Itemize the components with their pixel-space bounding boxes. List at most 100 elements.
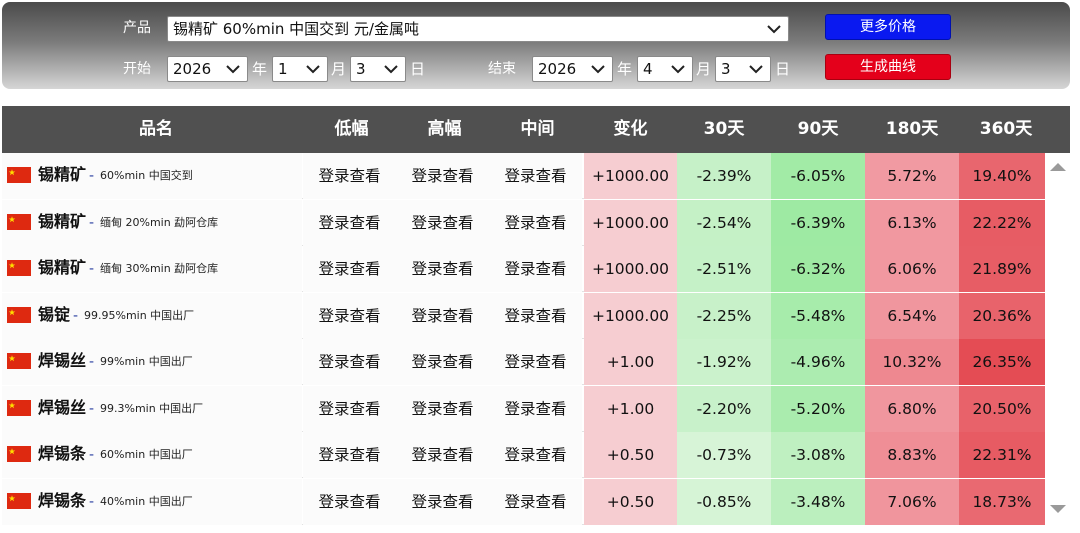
pct-30d-cell: -0.85% [677, 478, 771, 525]
product-name[interactable]: 锡精矿 [38, 153, 86, 197]
start-month-select[interactable]: 1 [272, 56, 328, 82]
mid-price-cell[interactable]: 登录查看 [489, 153, 582, 199]
mid-price-cell[interactable]: 登录查看 [489, 292, 582, 339]
low-price-cell[interactable]: 登录查看 [303, 153, 396, 199]
end-day-value: 3 [721, 60, 731, 78]
more-prices-button[interactable]: 更多价格 [825, 14, 951, 40]
pct-180d-cell: 7.06% [865, 478, 959, 525]
low-price-cell[interactable]: 登录查看 [303, 339, 396, 385]
product-separator: - [89, 354, 95, 370]
china-flag-icon [7, 399, 31, 416]
product-spec: 99%min 中国出厂 [100, 355, 193, 368]
product-select[interactable]: 锡精矿 60%min 中国交到 元/金属吨 [167, 16, 789, 42]
low-price-cell[interactable]: 登录查看 [303, 432, 396, 478]
mid-price-cell[interactable]: 登录查看 [489, 246, 582, 292]
high-price-cell[interactable]: 登录查看 [396, 199, 489, 246]
low-price-cell[interactable]: 登录查看 [303, 292, 396, 339]
product-name-cell: 锡锭 -99.95%min 中国出厂 [2, 292, 302, 339]
high-price-cell[interactable]: 登录查看 [396, 432, 489, 478]
low-price-cell[interactable]: 登录查看 [303, 478, 396, 525]
china-flag-icon [7, 353, 31, 369]
pct-90d-cell: -5.20% [771, 385, 865, 432]
scroll-up-arrow-icon[interactable] [1049, 161, 1067, 173]
start-day-select[interactable]: 3 [350, 56, 406, 82]
col-header-name: 品名 [139, 119, 173, 139]
pct-360d-cell: 22.22% [959, 199, 1045, 246]
change-cell: +1000.00 [584, 153, 677, 199]
change-cell: +1000.00 [584, 199, 677, 246]
end-day-select[interactable]: 3 [715, 56, 771, 82]
mid-price-cell[interactable]: 登录查看 [489, 385, 582, 432]
pct-30d-cell: -0.73% [677, 432, 771, 478]
start-year-select[interactable]: 2026 [167, 56, 248, 82]
pct-180d-cell: 6.54% [865, 292, 959, 339]
low-price-cell[interactable]: 登录查看 [303, 385, 396, 432]
product-name[interactable]: 焊锡丝 [38, 386, 86, 430]
mid-price-cell[interactable]: 登录查看 [489, 199, 582, 246]
pct-30d-cell: -2.39% [677, 153, 771, 199]
pct-90d-cell: -3.08% [771, 432, 865, 478]
pct-180d-cell: 6.13% [865, 199, 959, 246]
product-select-value: 锡精矿 60%min 中国交到 元/金属吨 [173, 20, 419, 38]
change-cell: +1000.00 [584, 292, 677, 339]
product-separator: - [89, 168, 95, 184]
pct-180d-cell: 6.80% [865, 385, 959, 432]
col-header-mid: 中间 [520, 119, 555, 139]
product-name[interactable]: 焊锡丝 [38, 339, 86, 383]
change-cell: +0.50 [584, 432, 677, 478]
high-price-cell[interactable]: 登录查看 [396, 153, 489, 199]
product-spec: 40%min 中国出厂 [100, 494, 193, 508]
table-row: 锡精矿 - 缅甸 30%min 勐阿仓库 登录查看 登录查看 登录查看 +1000.00 -2… [2, 246, 1045, 292]
pct-30d-cell: -2.54% [677, 199, 771, 246]
end-year-select[interactable]: 2026 [532, 56, 613, 82]
product-spec: 缅甸 20%min 勐阿仓库 [100, 215, 219, 229]
high-price-cell[interactable]: 登录查看 [396, 478, 489, 525]
product-spec: 60%min 中国交到 [100, 169, 193, 182]
mid-price-cell[interactable]: 登录查看 [489, 432, 582, 478]
col-header-360d: 360天 [979, 119, 1033, 139]
product-label: 产品 [123, 20, 151, 36]
product-spec: 缅甸 30%min 勐阿仓库 [100, 262, 219, 275]
start-day-unit: 日 [410, 60, 426, 78]
mid-price-cell[interactable]: 登录查看 [489, 339, 582, 385]
product-spec: 99.3%min 中国出厂 [100, 401, 204, 415]
end-month-select[interactable]: 4 [637, 56, 693, 82]
col-header-90d: 90天 [797, 119, 839, 139]
table-row: 焊锡条 -40%min 中国出厂 登录查看 登录查看 登录查看 +0.50 -0.85% -3… [2, 478, 1045, 525]
table-row: 锡精矿 -60%min 中国交到 登录查看 登录查看 登录查看 +1000.00 -2.39… [2, 153, 1045, 199]
pct-360d-cell: 22.31% [959, 432, 1045, 478]
pct-180d-cell: 10.32% [865, 339, 959, 385]
product-separator: - [89, 261, 95, 277]
product-separator: - [89, 214, 95, 231]
product-name[interactable]: 锡精矿 [38, 246, 86, 290]
generate-curve-button[interactable]: 生成曲线 [825, 54, 951, 80]
product-spec: 99.95%min 中国出厂 [84, 308, 195, 322]
change-cell: +1.00 [584, 339, 677, 385]
pct-360d-cell: 20.50% [959, 385, 1045, 432]
end-month-value: 4 [643, 60, 653, 78]
low-price-cell[interactable]: 登录查看 [303, 199, 396, 246]
china-flag-icon [7, 446, 31, 462]
china-flag-icon [7, 213, 31, 230]
product-name[interactable]: 锡锭 [38, 293, 70, 337]
pct-30d-cell: -2.25% [677, 292, 771, 339]
end-day-unit: 日 [775, 60, 791, 78]
pct-360d-cell: 21.89% [959, 246, 1045, 292]
product-name[interactable]: 焊锡条 [38, 479, 86, 523]
low-price-cell[interactable]: 登录查看 [303, 246, 396, 292]
product-name[interactable]: 焊锡条 [38, 432, 86, 476]
product-name[interactable]: 锡精矿 [38, 200, 86, 244]
chevron-down-icon [591, 65, 605, 74]
start-day-value: 3 [356, 60, 366, 78]
scroll-down-arrow-icon[interactable] [1049, 503, 1067, 515]
high-price-cell[interactable]: 登录查看 [396, 339, 489, 385]
mid-price-cell[interactable]: 登录查看 [489, 478, 582, 525]
pct-90d-cell: -4.96% [771, 339, 865, 385]
chevron-down-icon [767, 25, 781, 34]
pct-30d-cell: -1.92% [677, 339, 771, 385]
high-price-cell[interactable]: 登录查看 [396, 385, 489, 432]
chevron-down-icon [384, 65, 398, 74]
high-price-cell[interactable]: 登录查看 [396, 292, 489, 339]
high-price-cell[interactable]: 登录查看 [396, 246, 489, 292]
start-year-unit: 年 [252, 60, 268, 78]
